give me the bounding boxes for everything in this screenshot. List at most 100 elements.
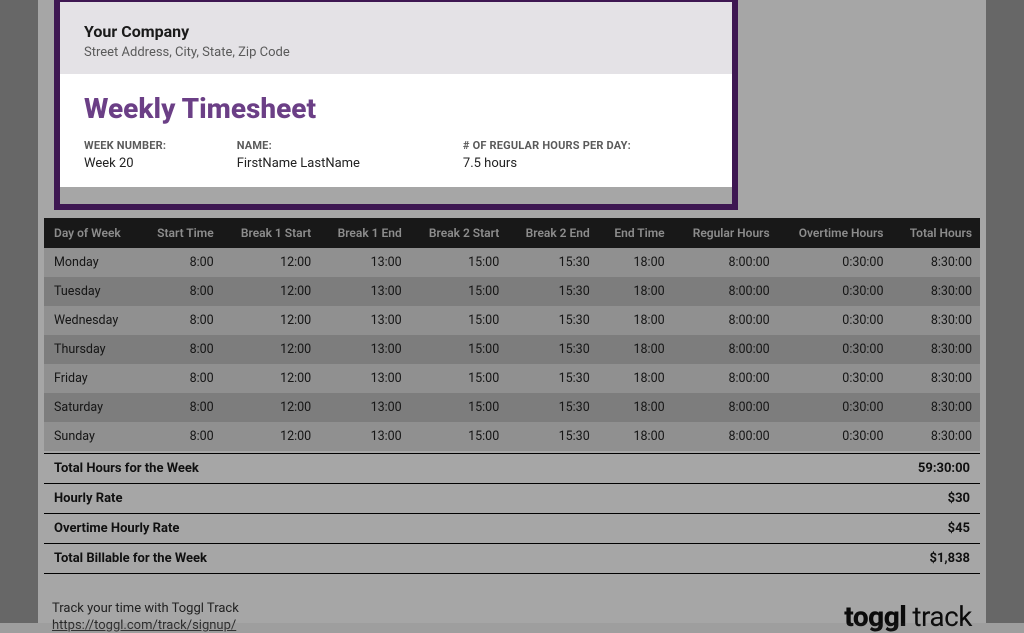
summary-value: 59:30:00 [918,461,970,476]
cell-day: Thursday [44,335,140,364]
col-ot: Overtime Hours [778,218,892,248]
cell-b2s: 15:00 [410,422,508,451]
cell-ot: 0:30:00 [778,335,892,364]
meta-name-value: FirstName LastName [237,156,463,171]
col-b2e: Break 2 End [507,218,598,248]
table-row: Wednesday8:0012:0013:0015:0015:3018:008:… [44,306,980,335]
cell-ot: 0:30:00 [778,277,892,306]
cell-b1s: 12:00 [222,422,320,451]
cell-start: 8:00 [140,277,222,306]
table-row: Tuesday8:0012:0013:0015:0015:3018:008:00… [44,277,980,306]
table-header-row: Day of Week Start Time Break 1 Start Bre… [44,218,980,248]
summary-section: Total Hours for the Week 59:30:00 Hourly… [38,453,986,574]
col-tot: Total Hours [891,218,980,248]
summary-value: $45 [948,521,970,536]
page-title: Weekly Timesheet [84,92,708,125]
cell-b1s: 12:00 [222,364,320,393]
summary-total-hours: Total Hours for the Week 59:30:00 [44,453,980,484]
company-name: Your Company [84,22,708,41]
meta-name: NAME: FirstName LastName [237,139,463,171]
timesheet-document: Day of Week Start Time Break 1 Start Bre… [38,0,986,623]
cell-day: Friday [44,364,140,393]
footer-left: Track your time with Toggl Track https:/… [52,601,239,633]
cell-reg: 8:00:00 [673,393,778,422]
cell-day: Sunday [44,422,140,451]
cell-b1e: 13:00 [319,335,410,364]
cell-b1e: 13:00 [319,306,410,335]
timesheet-table-wrap: Day of Week Start Time Break 1 Start Bre… [38,218,986,451]
company-address: Street Address, City, State, Zip Code [84,45,708,60]
highlighted-header-box: Your Company Street Address, City, State… [54,0,738,210]
cell-start: 8:00 [140,335,222,364]
cell-day: Tuesday [44,277,140,306]
table-row: Friday8:0012:0013:0015:0015:3018:008:00:… [44,364,980,393]
footer: Track your time with Toggl Track https:/… [38,574,986,633]
summary-label: Total Hours for the Week [54,461,199,476]
cell-b1e: 13:00 [319,393,410,422]
cell-b2e: 15:30 [507,422,598,451]
cell-tot: 8:30:00 [891,277,980,306]
col-end: End Time [598,218,673,248]
table-row: Sunday8:0012:0013:0015:0015:3018:008:00:… [44,422,980,451]
table-row: Saturday8:0012:0013:0015:0015:3018:008:0… [44,393,980,422]
sheet-header: Weekly Timesheet WEEK NUMBER: Week 20 NA… [60,74,732,187]
cell-end: 18:00 [598,364,673,393]
meta-name-label: NAME: [237,139,463,152]
cell-reg: 8:00:00 [673,364,778,393]
meta-hours-value: 7.5 hours [463,156,708,171]
summary-hourly-rate: Hourly Rate $30 [44,484,980,514]
cell-start: 8:00 [140,364,222,393]
signup-link[interactable]: https://toggl.com/track/signup/ [52,618,239,633]
meta-row: WEEK NUMBER: Week 20 NAME: FirstName Las… [84,139,708,171]
col-b2s: Break 2 Start [410,218,508,248]
cell-reg: 8:00:00 [673,277,778,306]
cell-reg: 8:00:00 [673,306,778,335]
cell-ot: 0:30:00 [778,306,892,335]
summary-ot-rate: Overtime Hourly Rate $45 [44,514,980,544]
cell-b2e: 15:30 [507,306,598,335]
cell-start: 8:00 [140,306,222,335]
meta-week-label: WEEK NUMBER: [84,139,237,152]
cell-b2s: 15:00 [410,335,508,364]
cell-reg: 8:00:00 [673,422,778,451]
cell-day: Monday [44,248,140,277]
cell-day: Saturday [44,393,140,422]
cell-b1s: 12:00 [222,277,320,306]
timesheet-table: Day of Week Start Time Break 1 Start Bre… [44,218,980,451]
cell-ot: 0:30:00 [778,422,892,451]
cell-ot: 0:30:00 [778,364,892,393]
cell-b1s: 12:00 [222,306,320,335]
cell-b2s: 15:00 [410,277,508,306]
summary-label: Overtime Hourly Rate [54,521,179,536]
cell-ot: 0:30:00 [778,248,892,277]
footer-tagline: Track your time with Toggl Track [52,601,239,616]
meta-week-value: Week 20 [84,156,237,171]
summary-label: Hourly Rate [54,491,122,506]
cell-end: 18:00 [598,277,673,306]
cell-end: 18:00 [598,335,673,364]
meta-hours-label: # OF REGULAR HOURS PER DAY: [463,139,708,152]
cell-b2s: 15:00 [410,364,508,393]
cell-tot: 8:30:00 [891,422,980,451]
col-day: Day of Week [44,218,140,248]
cell-b1e: 13:00 [319,364,410,393]
cell-tot: 8:30:00 [891,248,980,277]
cell-b2s: 15:00 [410,306,508,335]
cell-ot: 0:30:00 [778,393,892,422]
cell-tot: 8:30:00 [891,393,980,422]
meta-week: WEEK NUMBER: Week 20 [84,139,237,171]
cell-reg: 8:00:00 [673,248,778,277]
cell-start: 8:00 [140,248,222,277]
cell-b2e: 15:30 [507,393,598,422]
brand-logo: toggltrack [844,600,972,633]
cell-b2e: 15:30 [507,277,598,306]
summary-billable: Total Billable for the Week $1,838 [44,544,980,574]
table-row: Thursday8:0012:0013:0015:0015:3018:008:0… [44,335,980,364]
col-reg: Regular Hours [673,218,778,248]
cell-b1e: 13:00 [319,277,410,306]
cell-b2e: 15:30 [507,335,598,364]
cell-end: 18:00 [598,422,673,451]
brand-bold: toggl [844,600,906,633]
col-start: Start Time [140,218,222,248]
cell-b1s: 12:00 [222,393,320,422]
